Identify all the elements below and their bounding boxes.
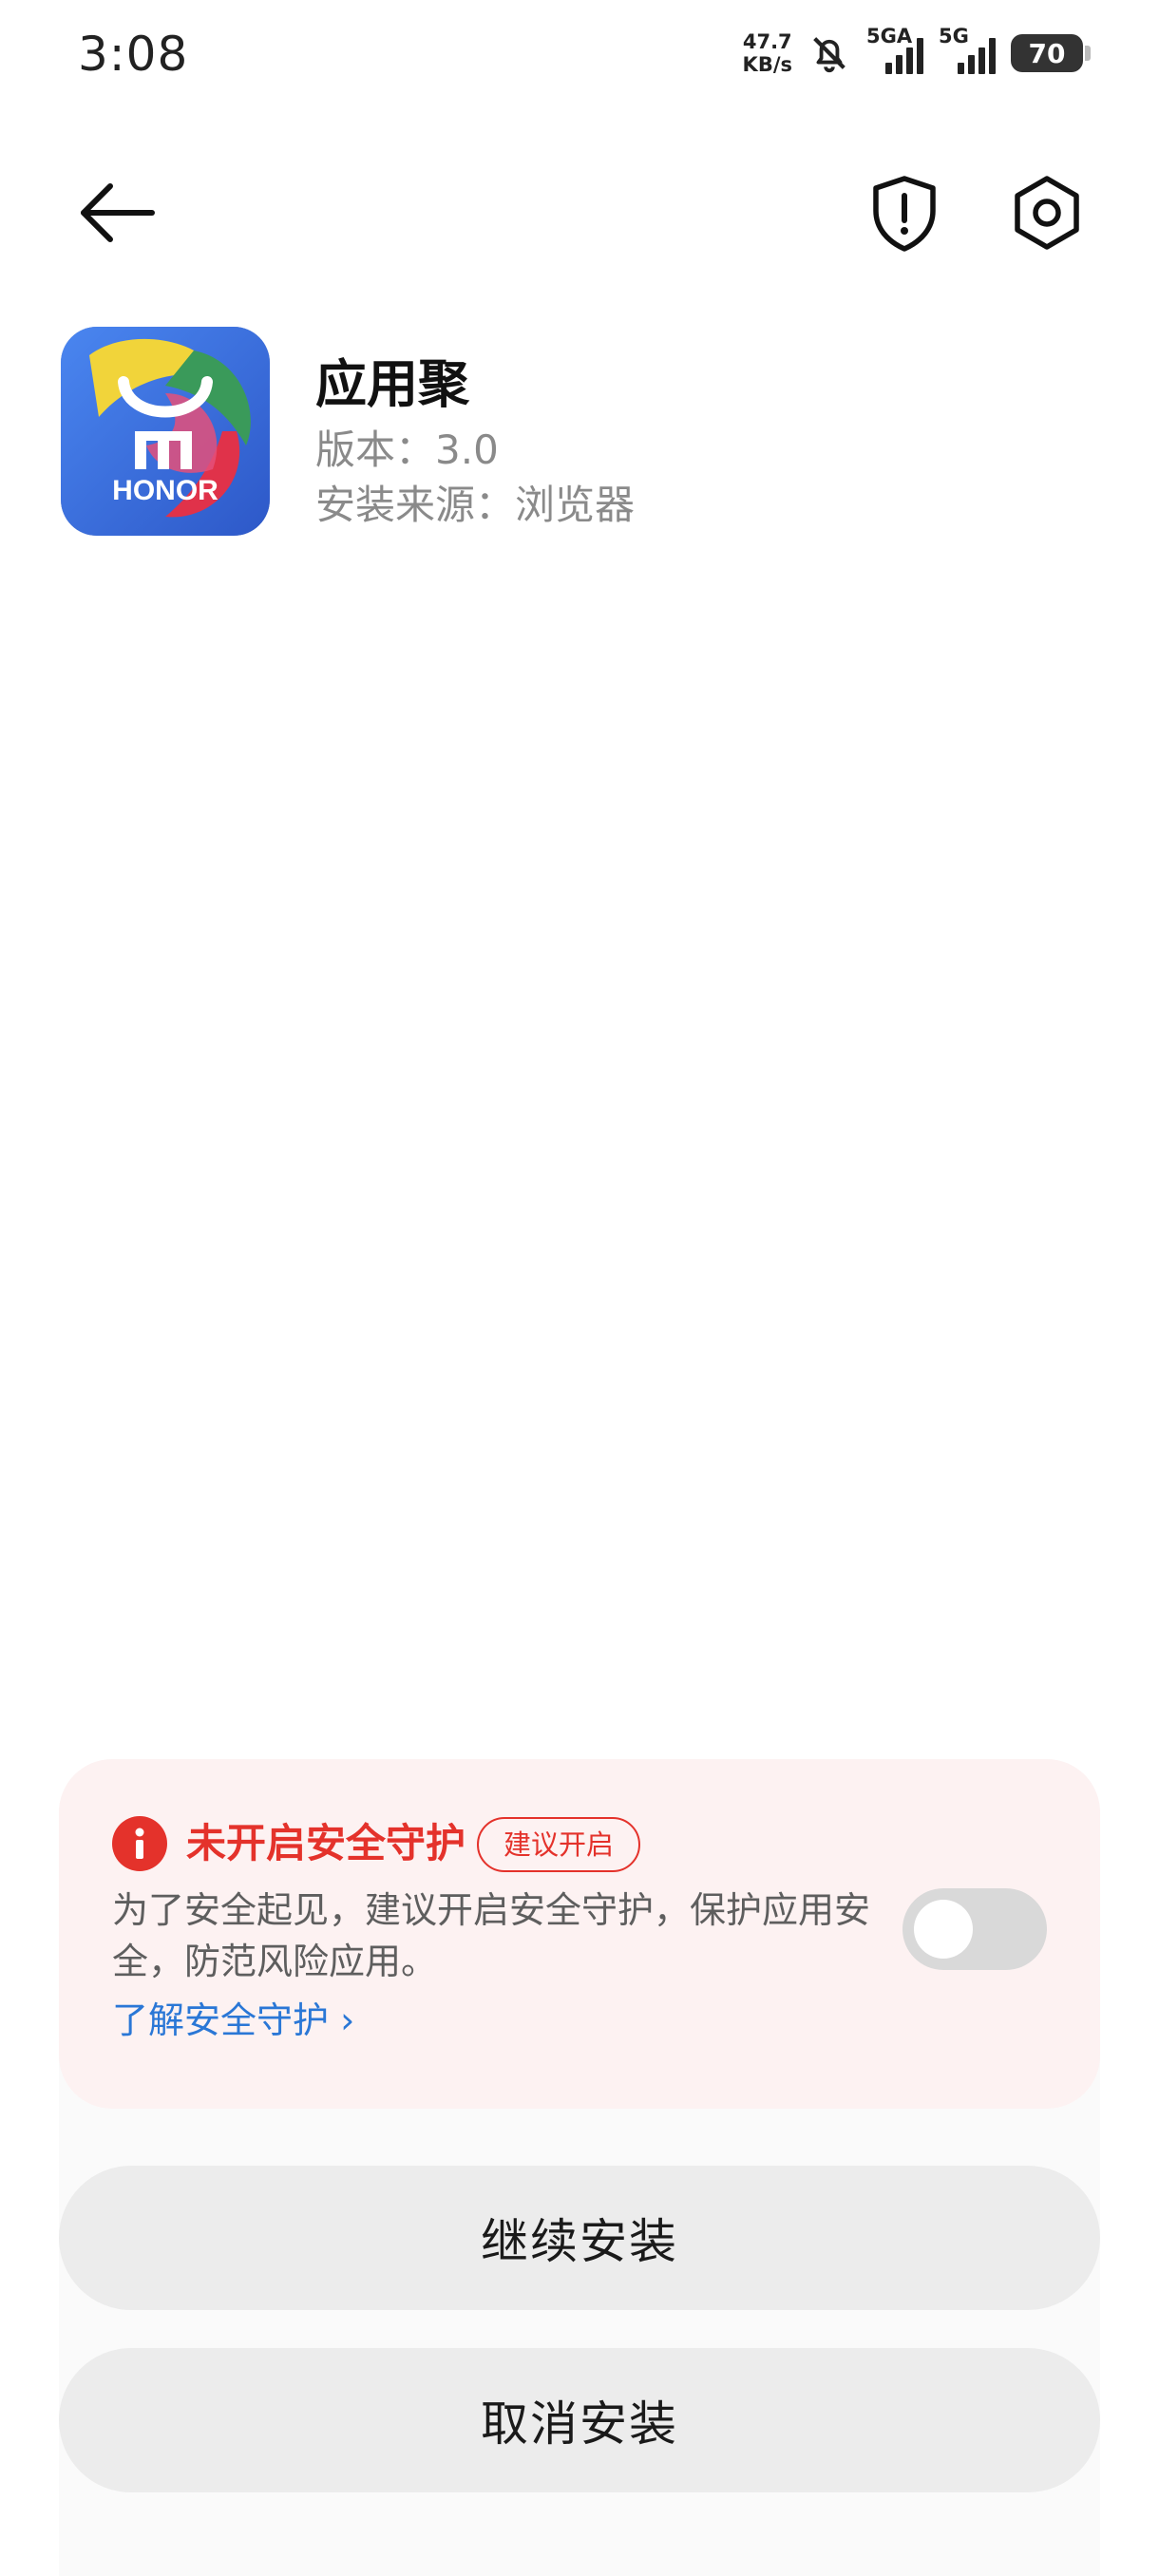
honor-app-logo: HONOR <box>61 327 270 536</box>
status-icons: 47.7 KB/s 5GA 5G 70 <box>743 25 1091 80</box>
continue-install-button[interactable]: 继续安装 <box>59 2166 1100 2310</box>
status-bar: 3:08 47.7 KB/s 5GA 5G 70 <box>0 0 1159 114</box>
toggle-knob <box>914 1900 973 1959</box>
settings-gear-icon[interactable] <box>1001 167 1092 258</box>
battery-icon: 70 <box>1011 34 1091 72</box>
security-toggle[interactable] <box>902 1888 1047 1970</box>
app-icon: HONOR <box>61 327 270 536</box>
learn-security-link[interactable]: 了解安全守护 › <box>112 1995 354 2046</box>
shield-alert-icon[interactable] <box>859 167 950 258</box>
network-speed-value: 47.7 <box>742 30 792 53</box>
warning-info-icon <box>112 1816 167 1871</box>
suggest-enable-badge: 建议开启 <box>477 1817 641 1872</box>
sim1-label: 5GA <box>866 25 913 47</box>
sim2-label: 5G <box>939 25 969 47</box>
signal-sim1-icon: 5GA <box>866 25 923 74</box>
back-arrow-icon[interactable] <box>72 167 163 258</box>
security-description: 为了安全起见，建议开启安全守护，保护应用安全，防范风险应用。 <box>112 1889 871 1982</box>
bell-off-icon <box>813 37 846 73</box>
security-warning-title: 未开启安全守护 <box>186 1820 466 1866</box>
cancel-install-button[interactable]: 取消安装 <box>59 2348 1100 2492</box>
network-speed: 47.7 KB/s <box>743 30 792 76</box>
status-time: 3:08 <box>78 27 189 82</box>
signal-sim2-icon: 5G <box>939 25 996 74</box>
app-icon-text: HONOR <box>112 475 218 506</box>
app-name: 应用聚 <box>315 354 469 414</box>
app-source: 安装来源：浏览器 <box>315 482 636 528</box>
app-version: 版本：3.0 <box>315 426 499 473</box>
battery-level: 70 <box>1028 37 1066 69</box>
network-speed-unit: KB/s <box>742 53 792 76</box>
